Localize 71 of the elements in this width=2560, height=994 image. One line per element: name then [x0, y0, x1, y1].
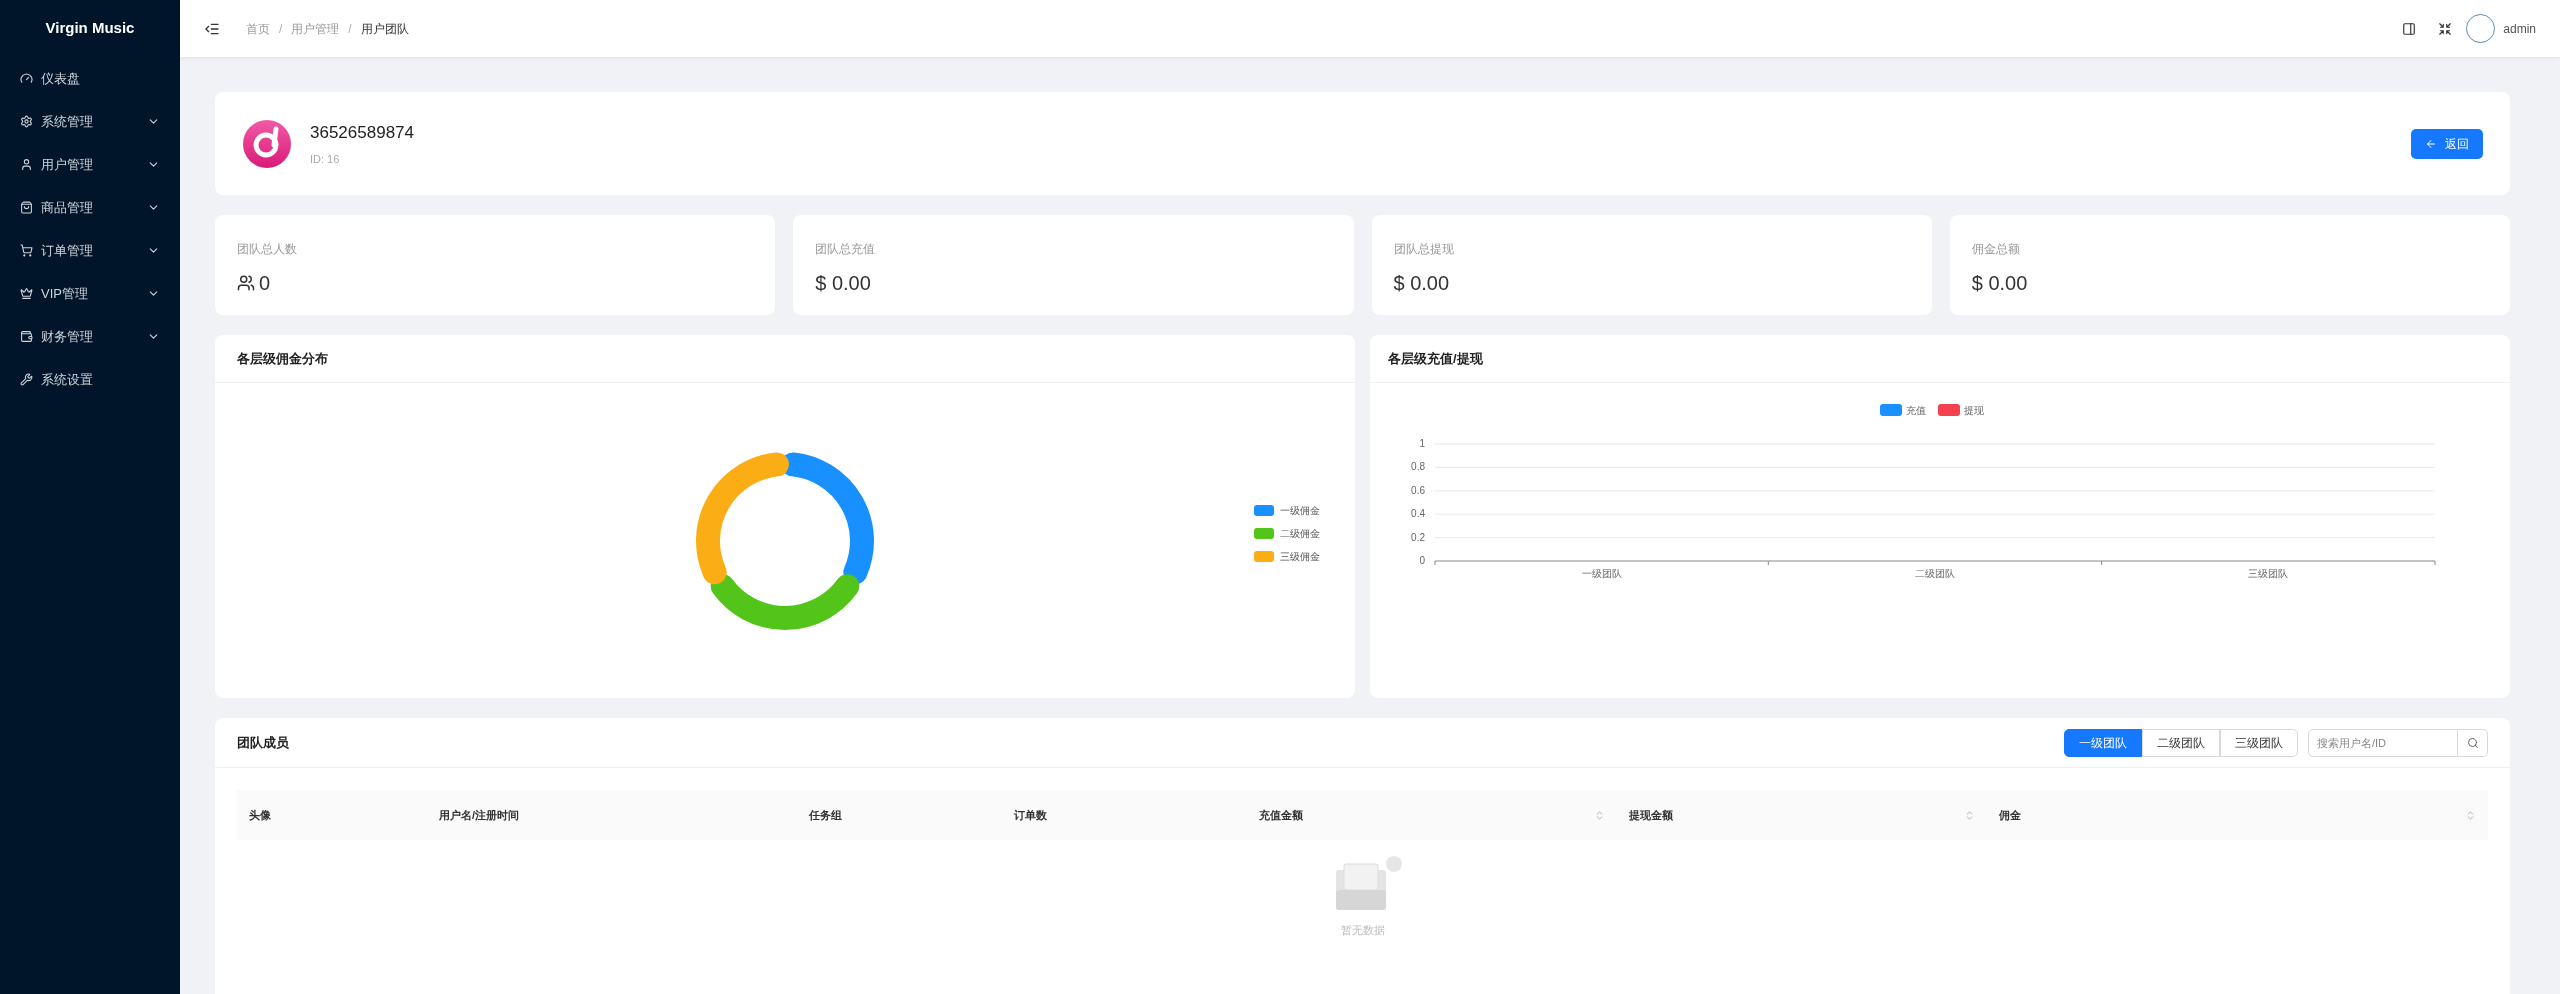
- bag-icon: [20, 201, 33, 214]
- team-tab[interactable]: 二级团队: [2142, 728, 2220, 757]
- sort-icon: [1594, 809, 1605, 821]
- y-axis-label: 0.8: [1411, 461, 1425, 473]
- sidebar-item[interactable]: 仪表盘: [0, 57, 180, 100]
- dashboard-icon: [20, 72, 33, 85]
- user-icon: [20, 158, 33, 171]
- stat-value: $ 0.00: [1971, 271, 2028, 296]
- breadcrumb-separator: /: [279, 20, 283, 38]
- y-axis-label: 0.2: [1411, 531, 1425, 543]
- fullscreen-icon[interactable]: [2438, 21, 2453, 36]
- legend-label: 充值: [1906, 405, 1926, 416]
- y-axis-label: 0.4: [1411, 508, 1425, 520]
- x-axis-label: 二级团队: [1915, 568, 1955, 579]
- column-header: 订单数: [1013, 807, 1048, 823]
- sidebar-item[interactable]: 商品管理: [0, 186, 180, 229]
- stat-label: 团队总充值: [815, 241, 877, 258]
- crown-icon: [20, 287, 33, 300]
- gear-icon: [20, 115, 33, 128]
- music-logo-icon: [242, 118, 292, 169]
- users-icon: [237, 274, 255, 292]
- stat-value: $ 0.00: [1393, 271, 1450, 296]
- brand-name: Virgin Music: [45, 18, 135, 39]
- stat-value: 0: [259, 271, 271, 296]
- search-icon: [2466, 736, 2479, 749]
- column-header: 用户名/注册时间: [438, 807, 521, 823]
- sort-icon: [2465, 809, 2476, 821]
- sidebar-item[interactable]: 系统设置: [0, 358, 180, 401]
- sidebar-item[interactable]: 订单管理: [0, 229, 180, 272]
- legend-label: 二级佣金: [1280, 527, 1320, 541]
- card-title: 各层级充值/提现: [1388, 349, 1483, 368]
- y-axis-label: 0.6: [1411, 484, 1425, 496]
- id-label: ID: 16: [310, 152, 341, 167]
- breadcrumb-separator: /: [348, 20, 352, 38]
- sidebar-item[interactable]: 用户管理: [0, 143, 180, 186]
- team-tab[interactable]: 一级团队: [2064, 728, 2142, 757]
- back-button[interactable]: 返回: [2411, 128, 2483, 159]
- legend-label: 一级佣金: [1280, 504, 1320, 518]
- user-id-number: 36526589874: [310, 121, 414, 144]
- search-button[interactable]: [2458, 728, 2488, 757]
- column-header: 任务组: [808, 807, 843, 823]
- cart-icon: [20, 244, 33, 257]
- sidebar-item[interactable]: VIP管理: [0, 272, 180, 315]
- user-name[interactable]: admin: [2503, 19, 2536, 38]
- sidebar-item[interactable]: 财务管理: [0, 315, 180, 358]
- x-axis-label: 三级团队: [2248, 568, 2289, 579]
- sort-icon: [1964, 809, 1975, 821]
- wallet-icon: [20, 330, 33, 343]
- stat-label: 团队总提现: [1393, 241, 1455, 258]
- legend-label: 三级佣金: [1280, 550, 1320, 564]
- sidebar-item[interactable]: 系统管理: [0, 100, 180, 143]
- column-header[interactable]: 佣金: [1987, 790, 2488, 840]
- card-title: 各层级佣金分布: [237, 349, 328, 368]
- wrench-icon: [20, 373, 33, 386]
- search-field[interactable]: 搜索用户名/ID: [2308, 728, 2458, 757]
- column-header[interactable]: 充值金额: [1247, 790, 1617, 840]
- panel-icon[interactable]: [2402, 21, 2417, 36]
- arrow-left-icon: [2425, 137, 2437, 150]
- empty-text: 暂无数据: [1340, 923, 1385, 938]
- team-tab[interactable]: 三级团队: [2220, 728, 2298, 757]
- x-axis-label: 一级团队: [1581, 568, 1622, 579]
- y-axis-label: 1: [1419, 438, 1425, 449]
- card-title: 团队成员: [237, 733, 289, 752]
- stat-label: 团队总人数: [237, 241, 298, 258]
- column-header[interactable]: 提现金额: [1617, 790, 1987, 840]
- legend-label: 提现: [1964, 405, 1984, 416]
- stat-label: 佣金总额: [1971, 241, 2021, 258]
- y-axis-label: 0: [1419, 555, 1425, 566]
- avatar[interactable]: [2466, 14, 2496, 43]
- stat-value: $ 0.00: [815, 271, 871, 296]
- column-header: 头像: [248, 807, 272, 823]
